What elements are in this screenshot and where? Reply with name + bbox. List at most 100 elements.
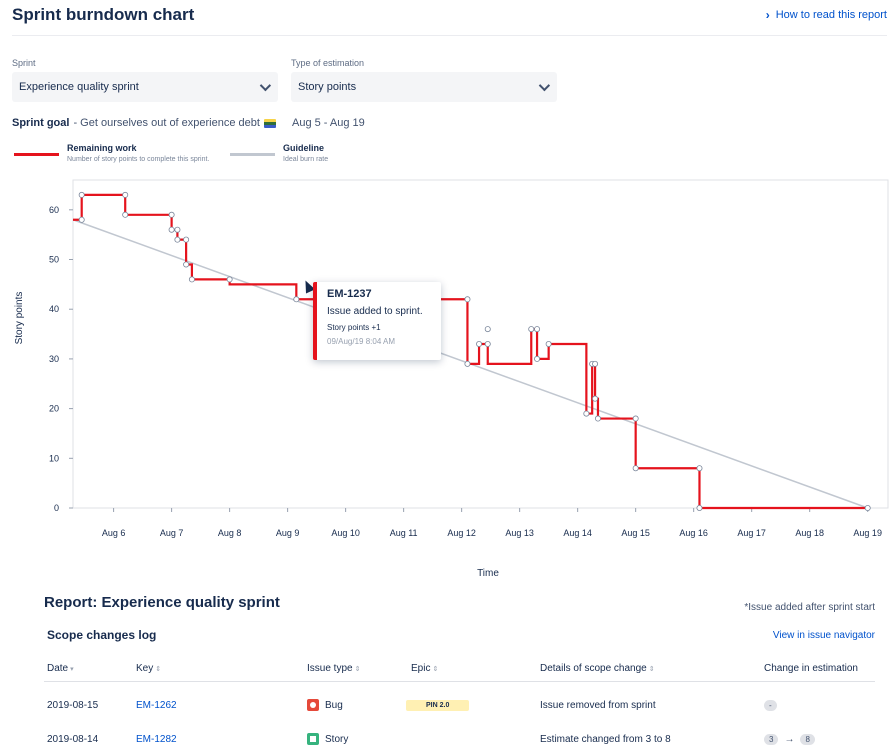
data-point-marker bbox=[696, 465, 703, 472]
legend-label-guideline: Guideline bbox=[283, 143, 325, 153]
y-tick-label: 0 bbox=[54, 503, 59, 513]
tooltip-estimate: Story points +1 bbox=[327, 323, 381, 332]
row-2-details: Estimate changed from 3 to 8 bbox=[540, 734, 671, 745]
data-point-marker bbox=[592, 395, 599, 402]
data-point-marker bbox=[484, 340, 491, 347]
row-1-estimation: - bbox=[764, 700, 777, 711]
row-2-type-label: Story bbox=[325, 733, 349, 745]
column-header-details[interactable]: Details of scope change ⇕ bbox=[540, 663, 655, 674]
data-point-marker bbox=[188, 276, 195, 283]
sprint-date-range: Aug 5 - Aug 19 bbox=[292, 117, 365, 129]
view-in-issue-navigator-link[interactable]: View in issue navigator bbox=[773, 630, 875, 641]
burndown-chart[interactable]: 0 10 20 30 40 50 60 Aug 6 Aug 7 Aug 8 Aug 9 Aug 10 A… bbox=[0, 170, 891, 585]
row-2-issue-type: Story bbox=[307, 733, 348, 745]
page-title: Sprint burndown chart bbox=[12, 5, 195, 24]
row-1-epic[interactable]: PIN 2.0 bbox=[406, 700, 470, 711]
y-axis-label: Story points bbox=[14, 292, 25, 345]
x-tick-label: Aug 10 bbox=[331, 528, 360, 538]
x-tick-label: Aug 17 bbox=[737, 528, 766, 538]
data-point-marker bbox=[592, 360, 599, 367]
epic-lozenge: PIN 2.0 bbox=[406, 700, 470, 711]
y-tick-label: 30 bbox=[49, 354, 59, 364]
data-point-marker bbox=[632, 465, 639, 472]
column-header-estimation-label: Change in estimation bbox=[764, 663, 858, 674]
chevron-down-icon bbox=[538, 79, 551, 92]
flag-icon bbox=[263, 118, 276, 128]
how-to-read-link[interactable]: › How to read this report bbox=[766, 8, 887, 22]
report-footnote: *Issue added after sprint start bbox=[744, 602, 875, 613]
column-header-details-label: Details of scope change bbox=[540, 663, 647, 674]
estimation-select[interactable]: Story points bbox=[291, 72, 557, 102]
chevron-right-icon: › bbox=[765, 8, 770, 22]
x-tick-label: Aug 6 bbox=[102, 528, 126, 538]
y-tick-label: 10 bbox=[49, 453, 59, 463]
row-2-key-link[interactable]: EM-1282 bbox=[136, 734, 177, 745]
y-tick-label: 60 bbox=[49, 205, 59, 215]
report-title: Report: Experience quality sprint bbox=[44, 594, 280, 611]
column-header-key[interactable]: Key ⇕ bbox=[136, 663, 161, 674]
x-tick-label: Aug 8 bbox=[218, 528, 242, 538]
x-tick-label: Aug 16 bbox=[679, 528, 708, 538]
chart-tooltip: EM-1237 Issue added to sprint. Story poi… bbox=[313, 282, 441, 360]
column-header-key-label: Key bbox=[136, 663, 154, 674]
chevron-down-icon bbox=[259, 79, 272, 92]
tooltip-message: Issue added to sprint. bbox=[327, 306, 423, 317]
data-point-marker bbox=[183, 236, 190, 243]
estimate-from-pill: 3 bbox=[764, 734, 779, 745]
data-point-marker bbox=[293, 296, 300, 303]
x-tick-label: Aug 18 bbox=[795, 528, 824, 538]
y-tick-label: 40 bbox=[49, 304, 59, 314]
arrow-right-icon: → bbox=[784, 734, 795, 745]
sort-desc-icon: ▾ bbox=[70, 666, 74, 673]
legend-label-remaining: Remaining work bbox=[67, 143, 137, 153]
data-point-marker bbox=[484, 326, 491, 333]
data-point-marker bbox=[476, 340, 483, 347]
x-tick-label: Aug 9 bbox=[276, 528, 300, 538]
data-point-marker bbox=[534, 326, 541, 333]
data-point-marker bbox=[174, 226, 181, 233]
legend-guideline: Guideline Ideal burn rate bbox=[230, 143, 328, 163]
how-to-read-label: How to read this report bbox=[775, 9, 887, 21]
column-header-date[interactable]: Date ▾ bbox=[47, 663, 74, 674]
data-point-marker bbox=[78, 216, 85, 223]
row-1-date: 2019-08-15 bbox=[47, 700, 99, 711]
legend-remaining-work: Remaining work Number of story points to… bbox=[14, 143, 209, 163]
data-point-marker bbox=[226, 276, 233, 283]
data-point-marker bbox=[545, 340, 552, 347]
x-tick-label: Aug 19 bbox=[853, 528, 882, 538]
sort-icon: ⇕ bbox=[648, 666, 655, 673]
x-tick-label: Aug 7 bbox=[160, 528, 184, 538]
column-header-date-label: Date bbox=[47, 663, 69, 674]
sort-icon: ⇕ bbox=[354, 666, 361, 673]
column-header-type-label: Issue type bbox=[307, 663, 353, 674]
row-1-key-link[interactable]: EM-1262 bbox=[136, 700, 177, 711]
data-point-marker bbox=[583, 410, 590, 417]
row-2-estimation: 3 → 8 bbox=[764, 734, 815, 745]
data-point-marker bbox=[632, 415, 639, 422]
estimate-to-pill: 8 bbox=[800, 734, 815, 745]
sprint-label: Sprint bbox=[12, 58, 36, 68]
sprint-goal: Sprint goal - Get ourselves out of exper… bbox=[12, 117, 276, 129]
y-tick-label: 50 bbox=[49, 255, 59, 265]
data-point-marker bbox=[168, 226, 175, 233]
story-icon bbox=[307, 733, 319, 745]
sort-icon: ⇕ bbox=[155, 666, 162, 673]
x-axis-label: Time bbox=[477, 568, 499, 579]
y-tick-label: 20 bbox=[49, 404, 59, 414]
tooltip-timestamp: 09/Aug/19 8:04 AM bbox=[327, 337, 396, 346]
column-header-epic[interactable]: Epic ⇕ bbox=[411, 663, 438, 674]
row-2-date: 2019-08-14 bbox=[47, 734, 99, 745]
legend-desc-remaining: Number of story points to complete this … bbox=[67, 156, 210, 163]
estimation-select-value: Story points bbox=[298, 81, 357, 93]
data-point-marker bbox=[78, 191, 85, 198]
column-header-change-in-estimation: Change in estimation bbox=[764, 663, 858, 674]
sprint-select[interactable]: Experience quality sprint bbox=[12, 72, 278, 102]
data-point-marker bbox=[122, 211, 129, 218]
column-header-issue-type[interactable]: Issue type ⇕ bbox=[307, 663, 360, 674]
x-tick-label: Aug 12 bbox=[447, 528, 476, 538]
scope-changes-title: Scope changes log bbox=[47, 628, 157, 642]
row-1-issue-type: Bug bbox=[307, 699, 343, 711]
legend-desc-guideline: Ideal burn rate bbox=[283, 156, 329, 163]
data-point-marker bbox=[174, 236, 181, 243]
data-point-marker bbox=[183, 261, 190, 268]
